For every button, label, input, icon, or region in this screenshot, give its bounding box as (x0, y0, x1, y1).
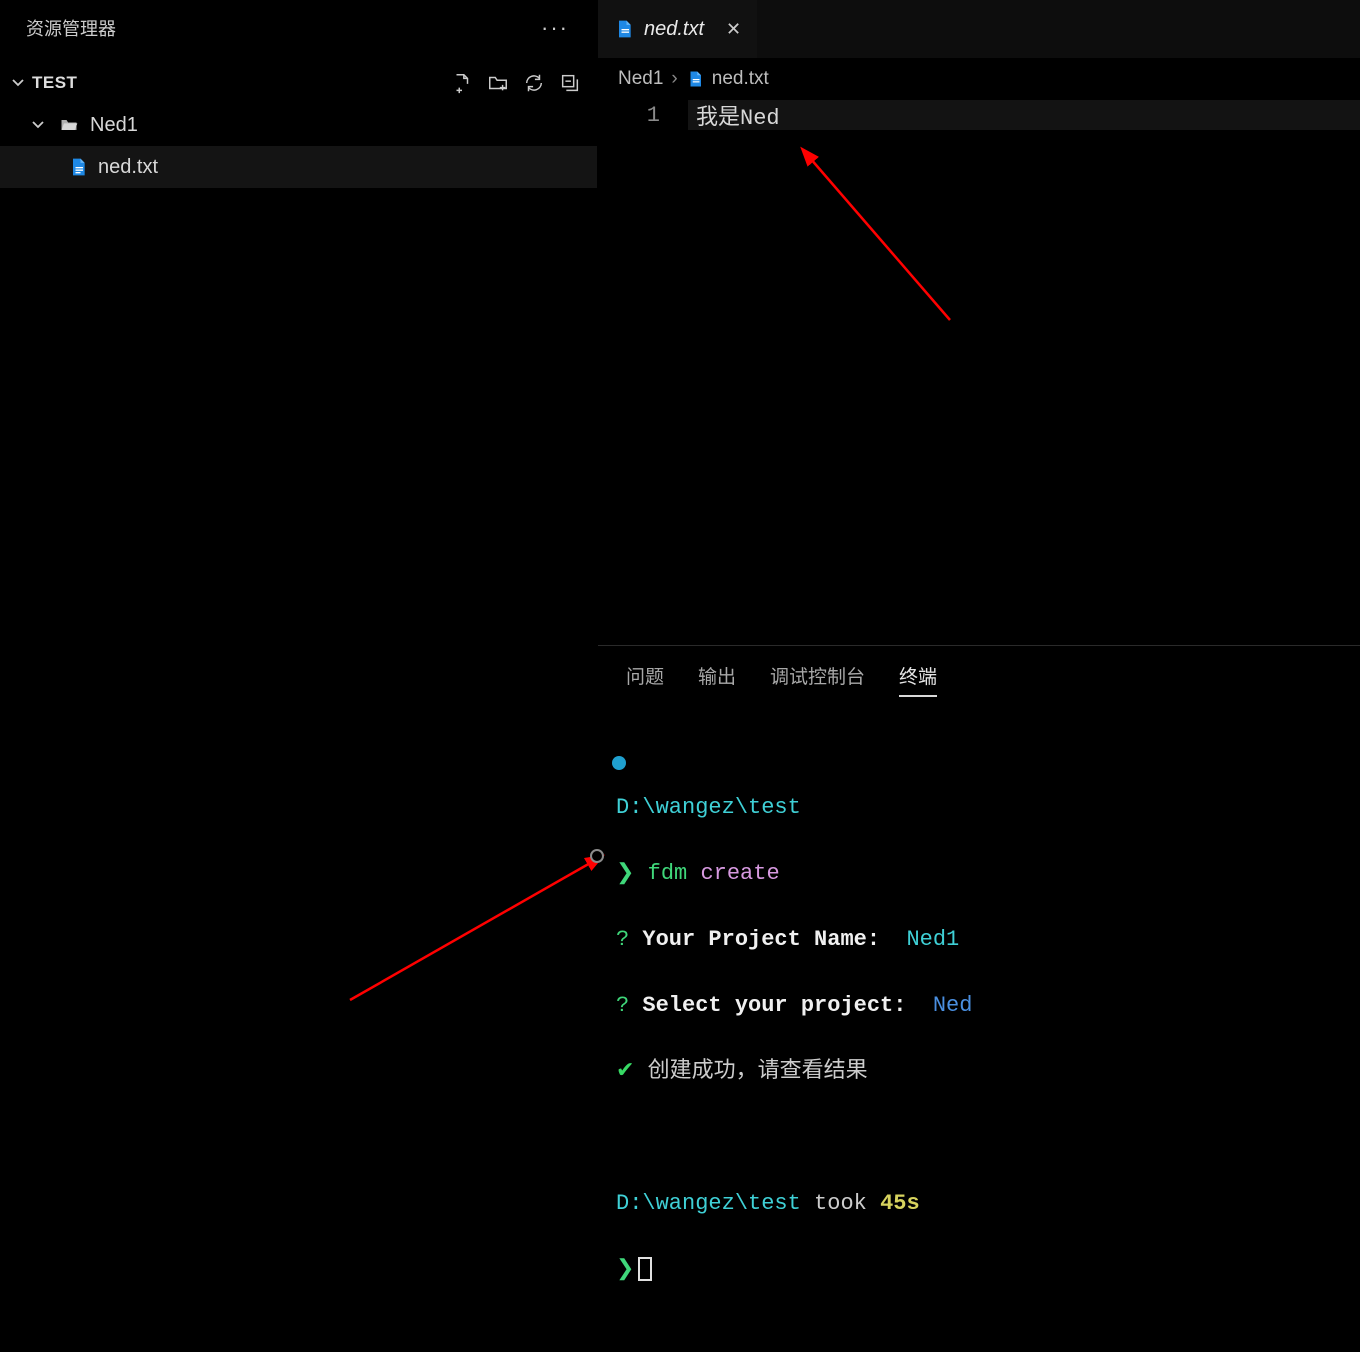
panel-tabs: 问题 输出 调试控制台 终端 (598, 646, 1360, 705)
term-took-label: took (801, 1191, 880, 1216)
tree-folder[interactable]: Ned1 (0, 104, 597, 146)
folder-open-icon (58, 115, 80, 135)
more-actions-icon[interactable]: ··· (541, 15, 569, 41)
file-icon (614, 18, 634, 40)
prompt-icon: ❯ (616, 861, 648, 886)
explorer-sidebar: 资源管理器 ··· TEST (0, 0, 598, 1220)
term-success: 创建成功，请查看结果 (648, 1059, 868, 1084)
split-drag-handle[interactable] (590, 849, 604, 863)
code-line[interactable]: 我是Ned (688, 100, 1360, 130)
explorer-section[interactable]: TEST (0, 62, 597, 104)
breadcrumb-file[interactable]: ned.txt (712, 68, 769, 90)
term-took-value: 45s (880, 1191, 920, 1216)
tab-output[interactable]: 输出 (698, 662, 736, 697)
code-editor[interactable]: 1 我是Ned (598, 100, 1360, 645)
new-folder-icon[interactable] (487, 72, 509, 94)
folder-name: Ned1 (90, 114, 138, 137)
editor-tab[interactable]: ned.txt ✕ (598, 0, 757, 58)
tree-file[interactable]: ned.txt (0, 146, 597, 188)
term-cmd-prefix: fdm (648, 861, 688, 886)
line-number: 1 (598, 103, 688, 128)
editor-group: ned.txt ✕ Ned1 › ned.txt 1 我是Ned 问题 输出 调… (598, 0, 1360, 1220)
editor-tabbar: ned.txt ✕ (598, 0, 1360, 58)
term-q1-answer: Ned1 (906, 927, 959, 952)
section-name: TEST (32, 73, 77, 93)
terminal-indicator-icon (612, 756, 626, 770)
file-icon (68, 156, 88, 178)
close-icon[interactable]: ✕ (726, 19, 741, 40)
tab-terminal[interactable]: 终端 (899, 662, 937, 697)
term-cwd: D:\wangez\test (616, 795, 801, 820)
term-cwd2: D:\wangez\test (616, 1191, 801, 1216)
file-icon (686, 69, 704, 89)
question-mark-icon: ? (616, 993, 642, 1018)
chevron-down-icon (30, 117, 48, 133)
new-file-icon[interactable] (451, 72, 473, 94)
tab-label: ned.txt (644, 18, 704, 41)
breadcrumb-folder[interactable]: Ned1 (618, 68, 663, 90)
tab-debug[interactable]: 调试控制台 (770, 662, 865, 697)
terminal-cursor (638, 1257, 652, 1281)
section-actions (451, 72, 581, 94)
file-name: ned.txt (98, 156, 158, 179)
term-q2-label: Select your project: (642, 993, 919, 1018)
terminal[interactable]: D:\wangez\test ❯ fdm create ? Your Proje… (598, 705, 1360, 1352)
chevron-right-icon: › (671, 68, 677, 90)
explorer-title: 资源管理器 (26, 15, 116, 41)
question-mark-icon: ? (616, 927, 642, 952)
breadcrumb[interactable]: Ned1 › ned.txt (598, 58, 1360, 100)
check-icon: ✔ (616, 1059, 648, 1084)
collapse-all-icon[interactable] (559, 72, 581, 94)
term-q2-answer: Ned (933, 993, 973, 1018)
chevron-down-icon (10, 75, 28, 91)
tab-problems[interactable]: 问题 (626, 662, 664, 697)
term-cmd-rest: create (687, 861, 779, 886)
refresh-icon[interactable] (523, 72, 545, 94)
prompt-icon: ❯ (616, 1257, 634, 1282)
term-q1-label: Your Project Name: (642, 927, 893, 952)
explorer-header: 资源管理器 ··· (0, 0, 597, 62)
bottom-panel: 问题 输出 调试控制台 终端 D:\wangez\test ❯ fdm crea… (598, 645, 1360, 1220)
